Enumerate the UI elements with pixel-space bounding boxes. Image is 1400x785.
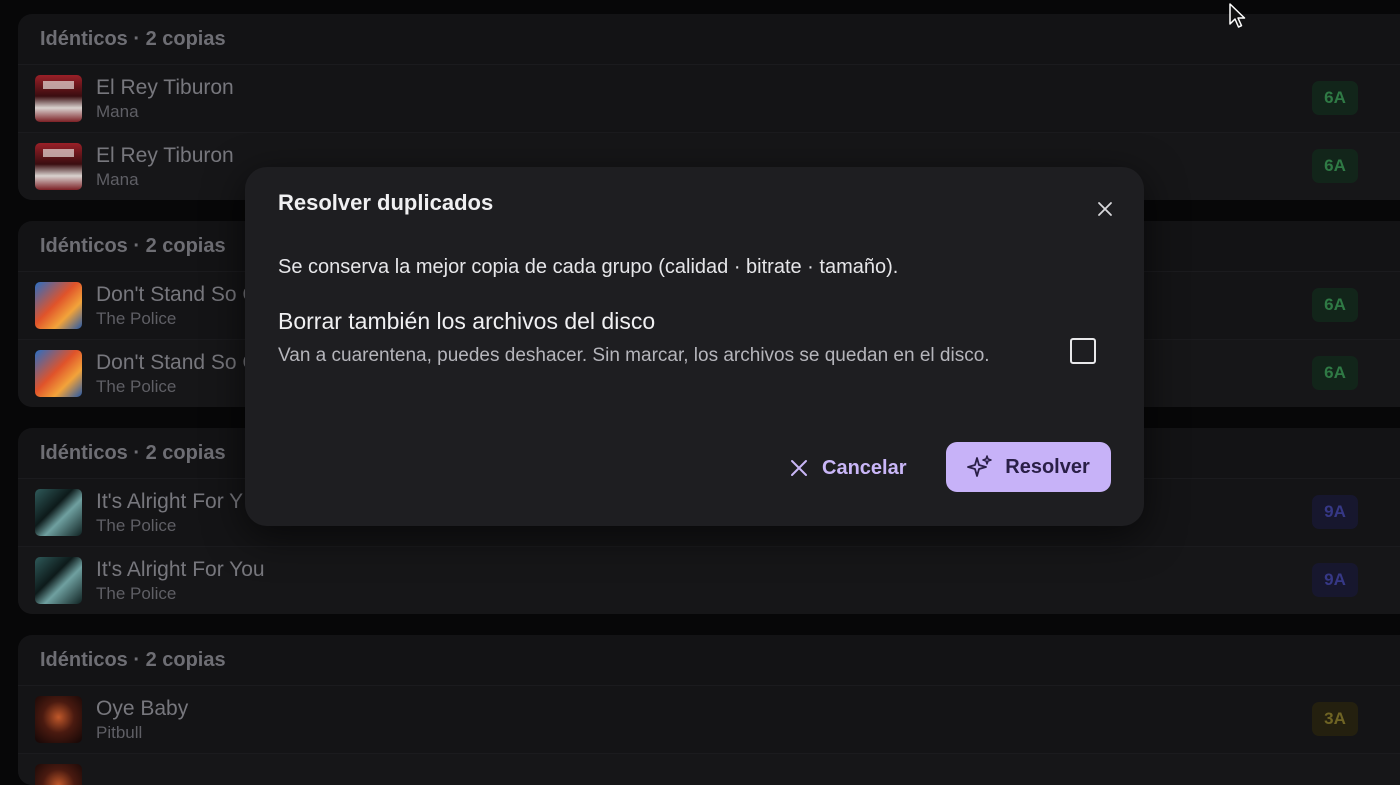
- track-artist: The Police: [96, 584, 177, 603]
- delete-files-checkbox[interactable]: [1070, 338, 1096, 364]
- duplicates-page: Idénticos · 2 copias El Rey Tiburon Mana…: [0, 0, 1400, 785]
- track-artist: The Police: [96, 516, 177, 535]
- key-badge: 6A: [1312, 81, 1358, 115]
- delete-files-option-title: Borrar también los archivos del disco: [278, 308, 656, 334]
- track-title: El Rey Tiburon: [96, 144, 234, 167]
- track-artist: The Police: [96, 377, 177, 396]
- duplicate-group: Idénticos · 2 copias Oye Baby Pitbull 3A: [18, 635, 1400, 785]
- dialog-title: Resolver duplicados: [278, 190, 494, 215]
- track-artist: Mana: [96, 102, 139, 121]
- group-header: Idénticos · 2 copias: [40, 27, 226, 50]
- key-badge: 9A: [1312, 495, 1358, 529]
- track-row[interactable]: El Rey Tiburon Mana 6A: [18, 64, 1400, 132]
- group-header: Idénticos · 2 copias: [40, 648, 226, 671]
- album-cover: [35, 696, 82, 743]
- close-button[interactable]: [1091, 195, 1119, 223]
- track-row[interactable]: Oye Baby Pitbull 3A: [18, 685, 1400, 753]
- sparkles-icon: [967, 455, 992, 477]
- track-title: Don't Stand So C: [96, 283, 258, 306]
- album-cover: [35, 143, 82, 190]
- album-cover: [35, 75, 82, 122]
- key-badge: 3A: [1312, 702, 1358, 736]
- album-cover: [35, 764, 82, 785]
- cancel-button[interactable]: Cancelar: [790, 443, 920, 493]
- track-artist: Mana: [96, 170, 139, 189]
- track-row[interactable]: [18, 753, 1400, 785]
- album-cover: [35, 350, 82, 397]
- key-badge: 6A: [1312, 288, 1358, 322]
- album-cover: [35, 282, 82, 329]
- track-artist: Pitbull: [96, 723, 143, 742]
- key-badge: 6A: [1312, 356, 1358, 390]
- album-cover: [35, 557, 82, 604]
- key-badge: 9A: [1312, 563, 1358, 597]
- track-row[interactable]: It's Alright For You The Police 9A: [18, 546, 1400, 614]
- cancel-label: Cancelar: [822, 456, 907, 479]
- resolve-label: Resolver: [1005, 455, 1090, 478]
- dialog-description: Se conserva la mejor copia de cada grupo…: [278, 256, 899, 278]
- track-title: It's Alright For Y: [96, 490, 244, 513]
- resolve-button[interactable]: Resolver: [946, 442, 1111, 492]
- track-title: El Rey Tiburon: [96, 76, 234, 99]
- close-icon: [1098, 202, 1112, 216]
- track-artist: The Police: [96, 309, 177, 328]
- x-icon: [791, 460, 807, 476]
- delete-files-option-description: Van a cuarentena, puedes deshacer. Sin m…: [278, 345, 990, 366]
- track-title: Oye Baby: [96, 697, 189, 720]
- track-title: It's Alright For You: [96, 558, 265, 581]
- mouse-cursor-icon: [1229, 3, 1246, 28]
- key-badge: 6A: [1312, 149, 1358, 183]
- album-cover: [35, 489, 82, 536]
- track-title: Don't Stand So C: [96, 351, 258, 374]
- resolve-duplicates-dialog: Resolver duplicados Se conserva la mejor…: [245, 167, 1144, 526]
